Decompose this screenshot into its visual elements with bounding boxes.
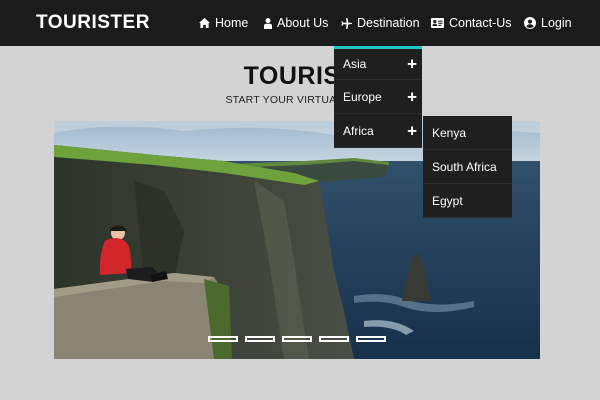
nav-destination-label: Destination	[357, 16, 420, 30]
dropdown-item-label: Europe	[343, 89, 382, 104]
nav-login[interactable]: Login	[524, 16, 572, 30]
plane-icon	[341, 17, 352, 29]
nav-about-label: About Us	[277, 16, 329, 30]
plus-icon: +	[407, 54, 417, 74]
nav-login-label: Login	[541, 16, 572, 30]
nav-contact[interactable]: Contact-Us	[431, 16, 512, 30]
nav-home[interactable]: Home	[199, 16, 248, 30]
brand-logo[interactable]: TOURISTER	[36, 12, 150, 34]
submenu-item-egypt[interactable]: Egypt	[423, 184, 512, 218]
home-icon	[199, 18, 210, 28]
nav-home-label: Home	[215, 16, 249, 30]
top-navbar: TOURISTER Home About Us Destination Cont…	[0, 0, 600, 46]
nav-destination[interactable]: Destination	[341, 16, 420, 30]
plus-icon: +	[407, 121, 417, 140]
carousel-indicator[interactable]	[319, 336, 349, 342]
africa-submenu: Kenya South Africa Egypt	[423, 116, 512, 218]
user-icon	[264, 17, 272, 29]
user-circle-icon	[524, 17, 536, 29]
carousel-indicator[interactable]	[208, 336, 238, 342]
carousel-indicator[interactable]	[282, 336, 312, 342]
nav-about[interactable]: About Us	[264, 16, 328, 30]
carousel-indicators	[208, 336, 386, 342]
carousel-indicator[interactable]	[356, 336, 386, 342]
dropdown-item-africa[interactable]: Africa +	[334, 114, 422, 148]
dropdown-item-asia[interactable]: Asia +	[334, 49, 422, 80]
contact-card-icon	[431, 18, 444, 28]
page-subtitle: START YOUR VIRTUAL JOUR	[225, 94, 375, 106]
page-title: TOURIST	[243, 62, 357, 90]
dropdown-item-label: Africa	[343, 123, 374, 138]
submenu-item-south-africa[interactable]: South Africa	[423, 150, 512, 184]
dropdown-item-europe[interactable]: Europe +	[334, 80, 422, 114]
plus-icon: +	[407, 87, 417, 106]
nav-contact-label: Contact-Us	[449, 16, 512, 30]
submenu-item-kenya[interactable]: Kenya	[423, 116, 512, 150]
carousel-indicator[interactable]	[245, 336, 275, 342]
dropdown-item-label: Asia	[343, 57, 367, 71]
destination-dropdown: Asia + Europe + Africa +	[334, 46, 422, 148]
